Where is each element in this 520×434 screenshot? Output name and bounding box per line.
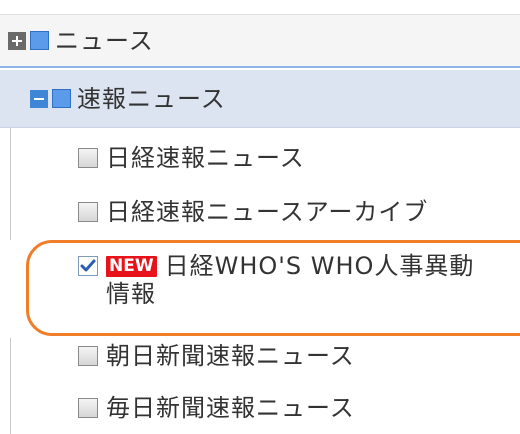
- list-item[interactable]: 朝日新聞速報ニュース: [0, 330, 520, 382]
- news-category-tree: ニュース 速報ニュース 日経速報ニュース 日経速報ニュースアーカイブ NEW 日…: [0, 0, 520, 434]
- blue-square-icon: [30, 31, 49, 50]
- list-item[interactable]: 毎日新聞速報ニュース: [0, 382, 520, 434]
- checkbox-checked[interactable]: [78, 256, 98, 276]
- item-label-continued: 情報: [106, 280, 156, 308]
- list-item[interactable]: 日経速報ニュースアーカイブ: [0, 186, 520, 238]
- checkbox[interactable]: [78, 202, 98, 222]
- item-label: 朝日新聞速報ニュース: [106, 342, 355, 370]
- list-item[interactable]: 日経速報ニュース: [0, 132, 520, 184]
- checkmark-icon: [80, 259, 96, 272]
- item-label: 日経WHO'S WHO人事異動: [164, 252, 475, 280]
- item-label: 日経速報ニュース: [106, 144, 305, 172]
- checkbox[interactable]: [78, 398, 98, 418]
- tree-node-label: ニュース: [55, 26, 154, 55]
- list-item[interactable]: NEW 日経WHO'S WHO人事異動 情報: [0, 246, 520, 310]
- tree-node-label: 速報ニュース: [77, 84, 226, 113]
- item-label: 日経速報ニュースアーカイブ: [106, 198, 429, 226]
- checkbox[interactable]: [78, 148, 98, 168]
- tree-node-news[interactable]: ニュース: [0, 14, 520, 68]
- expand-plus-icon[interactable]: [8, 31, 26, 50]
- collapse-minus-icon[interactable]: [30, 89, 48, 108]
- new-badge: NEW: [106, 255, 157, 277]
- tree-node-breaking-news[interactable]: 速報ニュース: [0, 70, 520, 128]
- checkbox[interactable]: [78, 346, 98, 366]
- item-label: 毎日新聞速報ニュース: [106, 394, 355, 422]
- blue-square-icon: [52, 89, 71, 108]
